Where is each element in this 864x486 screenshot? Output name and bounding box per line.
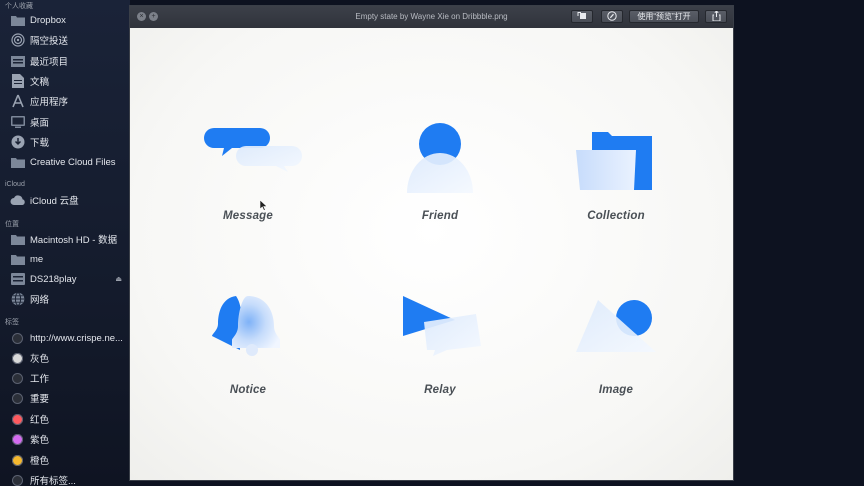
tag-color-dot-icon	[12, 413, 23, 425]
open-with-preview-button[interactable]: 使用“预览”打开	[629, 10, 699, 23]
notice-icon	[212, 296, 280, 356]
friend-illustration: Friend	[380, 114, 500, 234]
markup-icon	[607, 10, 617, 23]
sidebar-tag-label: 重要	[30, 394, 50, 405]
recents-icon	[10, 53, 26, 69]
share-button[interactable]	[705, 9, 727, 23]
folder-icon	[10, 154, 26, 170]
image-label: Image	[598, 384, 634, 396]
friend-label: Friend	[421, 210, 459, 222]
tag-color-dot-icon	[12, 433, 23, 445]
sidebar-item-documents[interactable]: 文稿	[0, 71, 130, 91]
finder-sidebar: 个人收藏 Dropbox 隔空投送 最近项目 文稿 应用程序 桌面 下载 Cre…	[0, 0, 130, 486]
tag-color-dot-icon	[12, 392, 23, 404]
tag-color-dot-icon	[12, 332, 23, 344]
sidebar-item-label: me	[30, 253, 44, 265]
icloud-header: iCloud	[5, 181, 25, 188]
sidebar-item-icloud-drive[interactable]: iCloud 云盘	[0, 190, 130, 210]
sidebar-tag-item[interactable]: 所有标签...	[0, 470, 130, 486]
sidebar-item-macintosh-hd[interactable]: Macintosh HD - 数据	[0, 229, 130, 249]
image-illustration: Image	[556, 288, 676, 408]
preview-window: × + Empty state by Wayne Xie on Dribbble…	[130, 6, 733, 480]
network-icon	[10, 291, 26, 307]
tag-color-dot-icon	[12, 352, 23, 364]
sidebar-item-network[interactable]: 网络	[0, 289, 130, 309]
sidebar-tag-label: http://www.crispe.ne...	[30, 332, 123, 344]
friend-icon	[407, 123, 473, 193]
notice-illustration: Notice	[188, 288, 308, 408]
image-canvas: Message Friend Collection Notice Relay I…	[130, 28, 733, 480]
cloud-icon	[10, 192, 26, 208]
sidebar-item-desktop[interactable]: 桌面	[0, 112, 130, 132]
relay-label: Relay	[424, 384, 456, 396]
sidebar-tag-item[interactable]: 灰色	[0, 348, 130, 368]
collection-icon	[576, 132, 652, 190]
folder-icon	[10, 251, 26, 267]
sidebar-item-recents[interactable]: 最近项目	[0, 51, 130, 71]
message-icon	[204, 128, 302, 172]
eject-icon[interactable]: ⏏	[115, 275, 122, 283]
sidebar-item-applications[interactable]: 应用程序	[0, 91, 130, 111]
collection-illustration: Collection	[556, 114, 676, 234]
locations-header: 位置	[5, 221, 19, 228]
sidebar-item-label: 隔空投送	[30, 36, 69, 47]
sidebar-tag-label: 灰色	[30, 354, 50, 365]
message-illustration: Message	[188, 114, 308, 234]
folder-icon	[10, 12, 26, 28]
sidebar-item-label: 网络	[30, 295, 50, 306]
sidebar-item-label: 文稿	[30, 77, 50, 88]
sidebar-item-label: 桌面	[30, 118, 50, 129]
sidebar-tag-label: 红色	[30, 415, 50, 426]
rotate-button[interactable]	[571, 10, 593, 23]
sidebar-item-ds218play[interactable]: DS218play ⏏	[0, 269, 130, 289]
relay-icon	[403, 296, 481, 356]
sidebar-tag-label: 紫色	[30, 435, 50, 446]
sidebar-tag-item[interactable]: 红色	[0, 409, 130, 429]
message-label: Message	[223, 210, 273, 222]
sidebar-item-dropbox[interactable]: Dropbox	[0, 10, 130, 30]
sidebar-tag-item[interactable]: http://www.crispe.ne...	[0, 328, 130, 348]
applications-icon	[10, 93, 26, 109]
sidebar-tag-label: 橙色	[30, 456, 50, 467]
sidebar-item-label: 最近项目	[30, 57, 69, 68]
sidebar-item-me[interactable]: me	[0, 249, 130, 269]
download-icon	[10, 134, 26, 150]
sidebar-item-downloads[interactable]: 下载	[0, 132, 130, 152]
sidebar-tag-item[interactable]: 重要	[0, 388, 130, 408]
tag-color-dot-icon	[12, 474, 23, 486]
sidebar-item-label: Creative Cloud Files	[30, 156, 116, 168]
sidebar-item-label: 应用程序	[30, 97, 69, 108]
server-icon	[10, 271, 26, 287]
sidebar-item-label: 下载	[30, 138, 50, 149]
sidebar-tag-label: 所有标签...	[30, 476, 76, 486]
sidebar-item-label: Macintosh HD - 数据	[30, 235, 118, 246]
sidebar-tag-item[interactable]: 橙色	[0, 450, 130, 470]
folder-icon	[10, 231, 26, 247]
collection-label: Collection	[587, 210, 645, 222]
tag-color-dot-icon	[12, 454, 23, 466]
rotate-icon	[577, 11, 587, 22]
tag-color-dot-icon	[12, 372, 23, 384]
sidebar-tag-item[interactable]: 紫色	[0, 429, 130, 449]
sidebar-item-label: Dropbox	[30, 14, 66, 26]
relay-illustration: Relay	[380, 288, 500, 408]
sidebar-item-airdrop[interactable]: 隔空投送	[0, 30, 130, 50]
sidebar-item-label: iCloud 云盘	[30, 196, 79, 207]
window-titlebar: × + Empty state by Wayne Xie on Dribbble…	[130, 6, 733, 29]
document-icon	[10, 73, 26, 89]
mouse-cursor-icon	[259, 198, 268, 216]
sidebar-tag-item[interactable]: 工作	[0, 368, 130, 388]
notice-label: Notice	[229, 384, 267, 396]
sidebar-tag-label: 工作	[30, 374, 50, 385]
airdrop-icon	[10, 32, 26, 48]
image-icon	[576, 300, 656, 352]
sidebar-item-label: DS218play	[30, 273, 77, 285]
share-icon	[712, 9, 721, 23]
sidebar-item-creative-cloud[interactable]: Creative Cloud Files	[0, 152, 130, 172]
desktop-icon	[10, 114, 26, 130]
tags-header: 标签	[5, 319, 19, 326]
markup-button[interactable]	[601, 10, 623, 23]
